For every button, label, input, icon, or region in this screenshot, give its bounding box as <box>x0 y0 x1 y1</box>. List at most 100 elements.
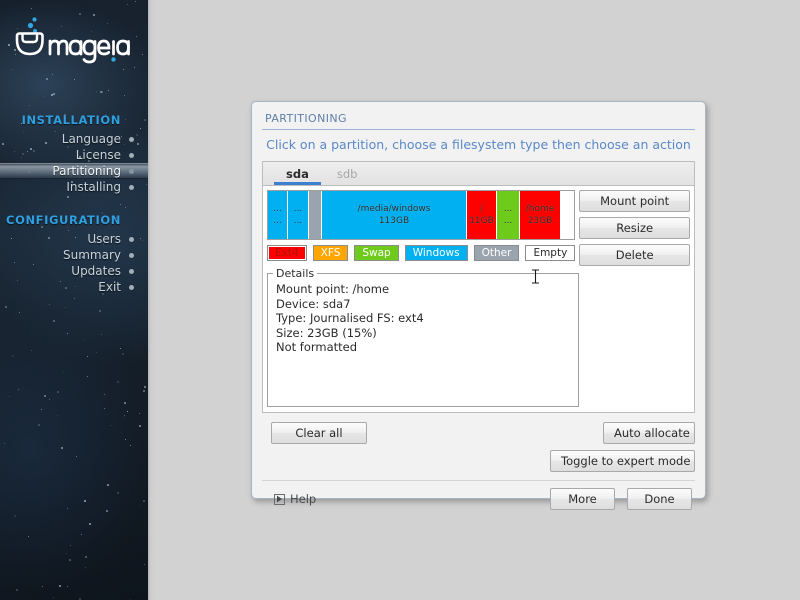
bullet-icon <box>129 169 134 174</box>
expert-row: Toggle to expert mode <box>262 450 695 472</box>
partition-size: ... <box>273 216 282 226</box>
partition-seg-swap[interactable]: ...... <box>497 191 520 239</box>
detail-line: Not formatted <box>276 340 358 354</box>
help-label: Help <box>290 492 317 506</box>
partition-mount: ... <box>273 204 282 214</box>
mount-point-button[interactable]: Mount point <box>579 190 690 212</box>
sidebar-item-users[interactable]: Users <box>0 231 148 247</box>
detail-line: Size: 23GB (15%) <box>276 325 377 340</box>
partition-mount: / <box>479 204 484 214</box>
partition-size: ... <box>503 216 513 226</box>
installer-sidebar: INSTALLATION Language License Partitioning I… <box>0 0 148 600</box>
mageia-logo <box>10 14 148 74</box>
fs-type-ext4[interactable]: Ext4 <box>267 245 307 261</box>
sidebar-item-exit[interactable]: Exit <box>0 279 148 295</box>
tab-label: sdb <box>336 166 358 181</box>
partitioning-dialog: PARTITIONING Click on a partition, choos… <box>251 101 706 510</box>
fs-type-label: Empty <box>533 247 568 259</box>
more-button[interactable]: More <box>550 488 615 510</box>
partition-seg-root[interactable]: / 11GB <box>467 191 497 239</box>
bullet-icon <box>129 285 134 290</box>
delete-button[interactable]: Delete <box>579 244 690 266</box>
sidebar-item-label: Installing <box>66 180 121 194</box>
sidebar-item-partitioning[interactable]: Partitioning <box>0 163 148 179</box>
sidebar-section-installation: INSTALLATION <box>21 113 121 127</box>
fs-type-windows[interactable]: Windows <box>404 245 468 261</box>
sidebar-item-label: Exit <box>98 280 121 294</box>
bullet-icon <box>129 269 134 274</box>
partition-seg-2[interactable]: ...... <box>288 191 309 239</box>
fs-type-swap[interactable]: Swap <box>354 245 399 261</box>
details-fieldset: Details Mount point: /home Device: sda7 Ty… <box>267 267 579 407</box>
button-label: Mount point <box>600 194 670 208</box>
sidebar-item-label: Partitioning <box>52 164 121 178</box>
fs-type-other[interactable]: Other <box>473 245 520 261</box>
installer-screen: INSTALLATION Language License Partitioning I… <box>0 0 800 600</box>
fs-type-label: Swap <box>362 247 391 259</box>
auto-allocate-button[interactable]: Auto allocate <box>603 422 695 444</box>
partition-size: 113GB <box>378 216 410 226</box>
toggle-expert-mode-button[interactable]: Toggle to expert mode <box>550 450 695 472</box>
fs-type-label: Other <box>481 247 512 259</box>
tab-label: sda <box>286 166 309 181</box>
partition-column: ............ /media/windows 113GB / 11GB....… <box>267 190 576 261</box>
sidebar-item-installing[interactable]: Installing <box>0 179 148 195</box>
partition-size: 23GB <box>527 216 553 226</box>
tab-sdb[interactable]: sdb <box>323 162 372 185</box>
device-tabs: sda sdb <box>262 161 695 185</box>
dialog-footer: Help More Done <box>262 488 695 514</box>
partition-bar[interactable]: ............ /media/windows 113GB / 11GB....… <box>267 190 576 240</box>
help-link[interactable]: Help <box>274 492 316 506</box>
play-triangle-icon <box>274 493 285 505</box>
fs-type-label: Windows <box>412 247 460 259</box>
bullet-icon <box>129 253 134 258</box>
button-label: Resize <box>616 221 654 235</box>
sidebar-item-license[interactable]: License <box>0 147 148 163</box>
allocation-row: Clear all Auto allocate <box>262 422 695 444</box>
fs-type-empty[interactable]: Empty <box>525 245 576 261</box>
dialog-subtitle: Click on a partition, choose a filesyste… <box>266 137 691 152</box>
partition-actions: Mount point Resize Delete <box>579 190 690 266</box>
bullet-icon <box>129 137 134 142</box>
footer-divider <box>262 480 695 481</box>
sidebar-section-configuration: CONFIGURATION <box>6 213 121 227</box>
details-legend: Details <box>273 267 318 280</box>
partition-mount: ... <box>503 204 513 214</box>
partition-size: ... <box>293 216 303 226</box>
fs-type-label: XFS <box>320 247 341 259</box>
partition-seg-windows[interactable]: /media/windows 113GB <box>322 191 467 239</box>
sidebar-edge <box>148 0 154 600</box>
partition-mount: /media/windows <box>357 204 431 214</box>
partition-seg-home[interactable]: /home 23GB <box>520 191 560 239</box>
tab-sda[interactable]: sda <box>272 162 323 185</box>
starfield-decoration <box>0 0 148 600</box>
detail-line: Mount point: /home <box>276 282 390 296</box>
partition-seg-1[interactable]: ...... <box>268 191 288 239</box>
sidebar-item-label: Language <box>61 132 121 146</box>
bullet-icon <box>129 185 134 190</box>
partition-seg-3[interactable] <box>309 191 322 239</box>
sidebar-item-updates[interactable]: Updates <box>0 263 148 279</box>
button-label: Delete <box>615 248 654 262</box>
dialog-title: PARTITIONING <box>265 112 347 125</box>
sidebar-item-label: License <box>75 148 121 162</box>
done-button[interactable]: Done <box>627 488 692 510</box>
bullet-icon <box>129 237 134 242</box>
fs-type-label: Ext4 <box>275 247 299 259</box>
sidebar-item-label: Users <box>87 232 121 246</box>
title-divider <box>262 129 695 130</box>
sidebar-item-language[interactable]: Language <box>0 131 148 147</box>
fs-type-xfs[interactable]: XFS <box>312 245 349 261</box>
filesystem-legend: Ext4 XFS Swap Windows Other Empty <box>267 245 576 261</box>
bullet-icon <box>129 153 134 158</box>
partition-mount: /home <box>525 204 555 214</box>
sidebar-item-label: Summary <box>63 248 121 262</box>
details-text: Mount point: /home Device: sda7 Type: Jour… <box>276 282 570 355</box>
partition-mount: ... <box>293 204 303 214</box>
detail-line: Device: sda7 <box>276 296 351 311</box>
text-cursor-icon <box>531 269 540 284</box>
partition-size: 11GB <box>469 216 494 226</box>
clear-all-button[interactable]: Clear all <box>271 422 367 444</box>
resize-button[interactable]: Resize <box>579 217 690 239</box>
sidebar-item-summary[interactable]: Summary <box>0 247 148 263</box>
